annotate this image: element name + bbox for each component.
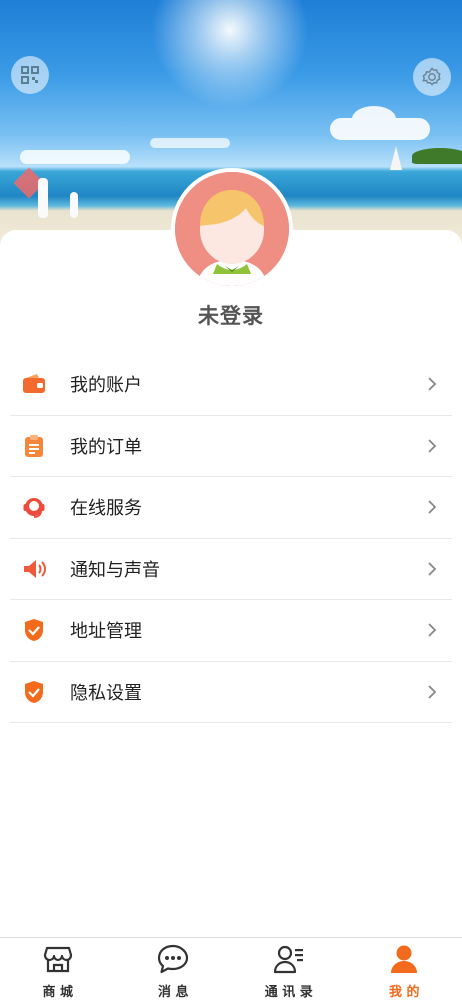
tab-label: 我 的 <box>388 985 420 1000</box>
menu-label: 隐私设置 <box>70 682 142 704</box>
beach-person <box>70 192 78 218</box>
menu-label: 我的订单 <box>70 436 142 458</box>
menu-item-address[interactable]: 地址管理 <box>10 600 452 662</box>
sun-glow <box>150 0 310 120</box>
gear-icon <box>422 67 441 86</box>
tab-label: 商 城 <box>42 985 74 1000</box>
menu-item-notifications[interactable]: 通知与声音 <box>10 539 452 600</box>
chevron-right-icon <box>428 684 437 699</box>
menu-label: 通知与声音 <box>70 559 160 581</box>
store-icon <box>42 943 74 975</box>
tab-store[interactable]: 商 城 <box>0 938 116 1000</box>
cloud <box>20 150 130 164</box>
speaker-icon <box>21 556 47 582</box>
username-label[interactable]: 未登录 <box>0 300 462 330</box>
menu-item-orders[interactable]: 我的订单 <box>10 416 452 477</box>
settings-button[interactable] <box>413 58 451 96</box>
wallet-icon <box>21 371 47 397</box>
shield-check-icon <box>21 617 47 643</box>
tab-mine[interactable]: 我 的 <box>347 938 462 1000</box>
settings-menu: 我的账户 我的订单 在线服务 通知与声音 地址管理 隐私设置 <box>10 354 452 723</box>
chevron-right-icon <box>428 500 437 514</box>
contacts-icon <box>273 943 305 975</box>
beach-person <box>38 178 48 218</box>
chevron-right-icon <box>428 623 437 637</box>
tab-label: 消 息 <box>157 985 189 1000</box>
customer-service-icon <box>21 494 47 520</box>
avatar-illustration <box>175 172 289 286</box>
menu-label: 我的账户 <box>70 375 142 397</box>
qrcode-icon <box>21 66 39 84</box>
cloud <box>150 138 230 148</box>
island <box>412 148 462 164</box>
chevron-right-icon <box>428 438 437 453</box>
user-icon <box>388 943 420 975</box>
tab-messages[interactable]: 消 息 <box>116 938 232 1000</box>
menu-item-account[interactable]: 我的账户 <box>10 354 452 416</box>
menu-item-privacy[interactable]: 隐私设置 <box>10 662 452 723</box>
chat-bubble-icon <box>157 943 189 975</box>
qr-button[interactable] <box>11 56 49 94</box>
chevron-right-icon <box>428 561 437 576</box>
shield-check-icon <box>21 679 47 705</box>
bottom-tab-bar: 商 城 消 息 通 讯 录 我 的 <box>0 937 462 1000</box>
sailboat <box>390 146 402 170</box>
clipboard-icon <box>21 433 47 459</box>
chevron-right-icon <box>428 377 437 391</box>
tab-label: 通 讯 录 <box>264 985 313 1000</box>
cloud <box>330 106 430 140</box>
menu-item-online-service[interactable]: 在线服务 <box>10 477 452 539</box>
menu-label: 在线服务 <box>70 498 142 520</box>
tab-contacts[interactable]: 通 讯 录 <box>231 938 347 1000</box>
menu-label: 地址管理 <box>70 621 142 643</box>
avatar[interactable] <box>171 168 293 290</box>
